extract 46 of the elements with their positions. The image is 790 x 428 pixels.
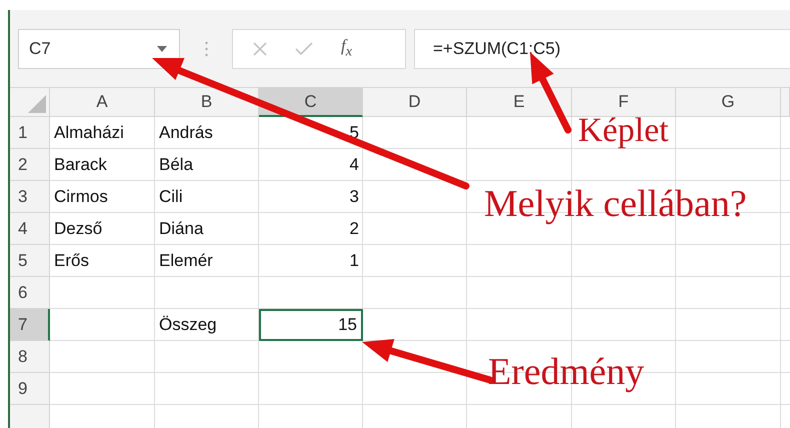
- formula-field[interactable]: =+SZUM(C1:C5): [414, 28, 790, 68]
- select-all-button[interactable]: [10, 88, 50, 117]
- cell-reference: C7: [29, 38, 51, 58]
- check-icon[interactable]: [295, 42, 313, 56]
- table-cell[interactable]: Cirmos: [50, 181, 155, 213]
- row-header[interactable]: 4: [10, 213, 50, 245]
- table-cell[interactable]: Erős: [50, 245, 155, 277]
- table-cell[interactable]: András: [155, 117, 259, 149]
- row-header[interactable]: 5: [10, 245, 50, 277]
- table-cell[interactable]: Dezső: [50, 213, 155, 245]
- table-cell[interactable]: Cili: [155, 181, 259, 213]
- table-cell[interactable]: 4: [259, 149, 363, 181]
- annotation-label: Eredmény: [488, 352, 644, 394]
- column-header[interactable]: G: [676, 88, 781, 117]
- annotation-label: Melyik cellában?: [484, 184, 747, 226]
- column-header[interactable]: D: [363, 88, 467, 117]
- table-cell[interactable]: Elemér: [155, 245, 259, 277]
- row-header[interactable]: 7: [10, 309, 50, 341]
- table-cell[interactable]: 3: [259, 181, 363, 213]
- column-header[interactable]: B: [155, 88, 259, 117]
- insert-function-button[interactable]: f$_{x}$: [341, 36, 352, 61]
- row-header[interactable]: 3: [10, 181, 50, 213]
- column-header[interactable]: A: [50, 88, 155, 117]
- table-cell[interactable]: Béla: [155, 149, 259, 181]
- table-cell[interactable]: Diána: [155, 213, 259, 245]
- row-header[interactable]: 6: [10, 277, 50, 309]
- row-header[interactable]: 9: [10, 373, 50, 405]
- column-header[interactable]: F: [572, 88, 676, 117]
- corner-triangle-icon: [26, 93, 46, 113]
- table-cell[interactable]: Almaházi: [50, 117, 155, 149]
- table-cell[interactable]: 15: [259, 309, 363, 341]
- table-cell[interactable]: 2: [259, 213, 363, 245]
- row-header[interactable]: 1: [10, 117, 50, 149]
- column-header[interactable]: E: [467, 88, 572, 117]
- caret-icon[interactable]: [157, 46, 167, 52]
- name-box[interactable]: C7: [18, 28, 180, 68]
- column-header[interactable]: [781, 88, 790, 117]
- grip-icon: [205, 40, 208, 56]
- column-header[interactable]: C: [259, 88, 363, 117]
- table-cell[interactable]: 1: [259, 245, 363, 277]
- row-header[interactable]: 8: [10, 341, 50, 373]
- table-cell[interactable]: Összeg: [155, 309, 259, 341]
- cancel-icon[interactable]: [253, 42, 267, 56]
- row-header[interactable]: [10, 405, 50, 428]
- row-header[interactable]: 2: [10, 149, 50, 181]
- table-cell[interactable]: Barack: [50, 149, 155, 181]
